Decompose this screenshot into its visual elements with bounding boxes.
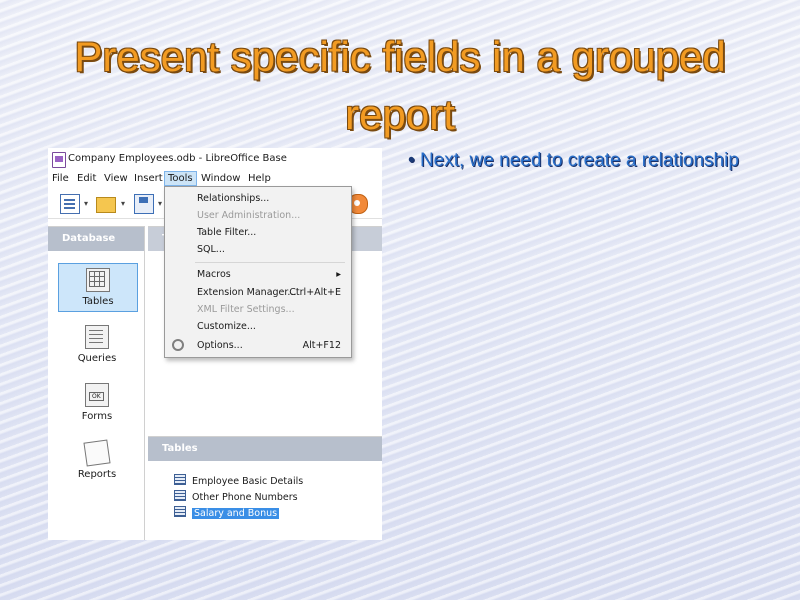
menu-item-macros[interactable]: Macros (197, 269, 231, 280)
nav-tables[interactable]: Tables (58, 263, 138, 312)
bullet-point: • Next, we need to create a relationship (408, 146, 778, 175)
database-pane-header: Database (48, 227, 144, 251)
options-shortcut: Alt+F12 (302, 340, 341, 351)
menu-tools[interactable]: Tools (164, 171, 197, 186)
table-icon (174, 474, 186, 485)
menu-help[interactable]: Help (248, 173, 271, 184)
nav-forms[interactable]: Forms (58, 383, 136, 422)
tools-menu-dropdown: Relationships... User Administration... … (164, 186, 352, 358)
reports-icon (83, 439, 111, 467)
table-item-label: Employee Basic Details (192, 476, 304, 487)
gear-icon (172, 339, 184, 351)
database-pane: Database Tables Queries Forms Reports (48, 226, 145, 540)
nav-reports-label: Reports (77, 469, 117, 480)
new-document-icon[interactable] (60, 194, 80, 214)
nav-queries-label: Queries (77, 353, 117, 364)
menu-item-options[interactable]: Options... (197, 340, 243, 351)
table-item-other-phone-numbers[interactable]: Other Phone Numbers (174, 490, 298, 504)
table-item-label: Salary and Bonus (192, 508, 280, 519)
window-title: Company Employees.odb - LibreOffice Base (68, 153, 287, 164)
base-app-icon (52, 152, 66, 168)
menu-item-extension-manager[interactable]: Extension Manager... (197, 287, 297, 298)
nav-queries[interactable]: Queries (58, 325, 136, 364)
menu-separator (195, 262, 345, 263)
queries-icon (85, 325, 109, 349)
title-bar: Company Employees.odb - LibreOffice Base (48, 148, 382, 170)
forms-icon (85, 383, 109, 407)
menu-insert[interactable]: Insert (134, 173, 163, 184)
menu-item-xml-filter-settings: XML Filter Settings... (197, 304, 295, 315)
menu-item-customize[interactable]: Customize... (197, 321, 256, 332)
menu-item-relationships[interactable]: Relationships... (197, 193, 269, 204)
nav-reports[interactable]: Reports (58, 439, 136, 480)
tables-pane-header: Tables (148, 437, 382, 461)
libreoffice-base-window: Company Employees.odb - LibreOffice Base… (48, 148, 382, 540)
open-dropdown-icon[interactable]: ▾ (121, 199, 125, 208)
menu-window[interactable]: Window (201, 173, 240, 184)
table-icon (174, 490, 186, 501)
new-dropdown-icon[interactable]: ▾ (84, 199, 88, 208)
tables-pane: Tables Employee Basic Details Other Phon… (148, 436, 382, 540)
extension-manager-shortcut: Ctrl+Alt+E (289, 287, 341, 298)
submenu-arrow-icon: ▸ (336, 269, 341, 280)
tables-icon (86, 268, 110, 292)
table-item-employee-basic-details[interactable]: Employee Basic Details (174, 474, 303, 488)
menu-edit[interactable]: Edit (77, 173, 96, 184)
menu-item-sql[interactable]: SQL... (197, 244, 225, 255)
menu-item-user-administration: User Administration... (197, 210, 301, 221)
open-folder-icon[interactable] (96, 197, 116, 213)
bullet-dot: • (408, 150, 420, 171)
save-dropdown-icon[interactable]: ▾ (158, 199, 162, 208)
bullet-text: Next, we need to create a relationship (419, 150, 739, 171)
menu-item-table-filter[interactable]: Table Filter... (197, 227, 256, 238)
table-item-label: Other Phone Numbers (192, 492, 298, 503)
menu-file[interactable]: File (52, 173, 69, 184)
nav-tables-label: Tables (82, 296, 114, 307)
table-item-salary-and-bonus[interactable]: Salary and Bonus (174, 506, 280, 520)
table-icon (174, 506, 186, 517)
slide-title: Present specific fields in a grouped rep… (74, 33, 726, 138)
save-icon[interactable] (134, 194, 154, 214)
nav-forms-label: Forms (81, 411, 113, 422)
menu-view[interactable]: View (104, 173, 128, 184)
